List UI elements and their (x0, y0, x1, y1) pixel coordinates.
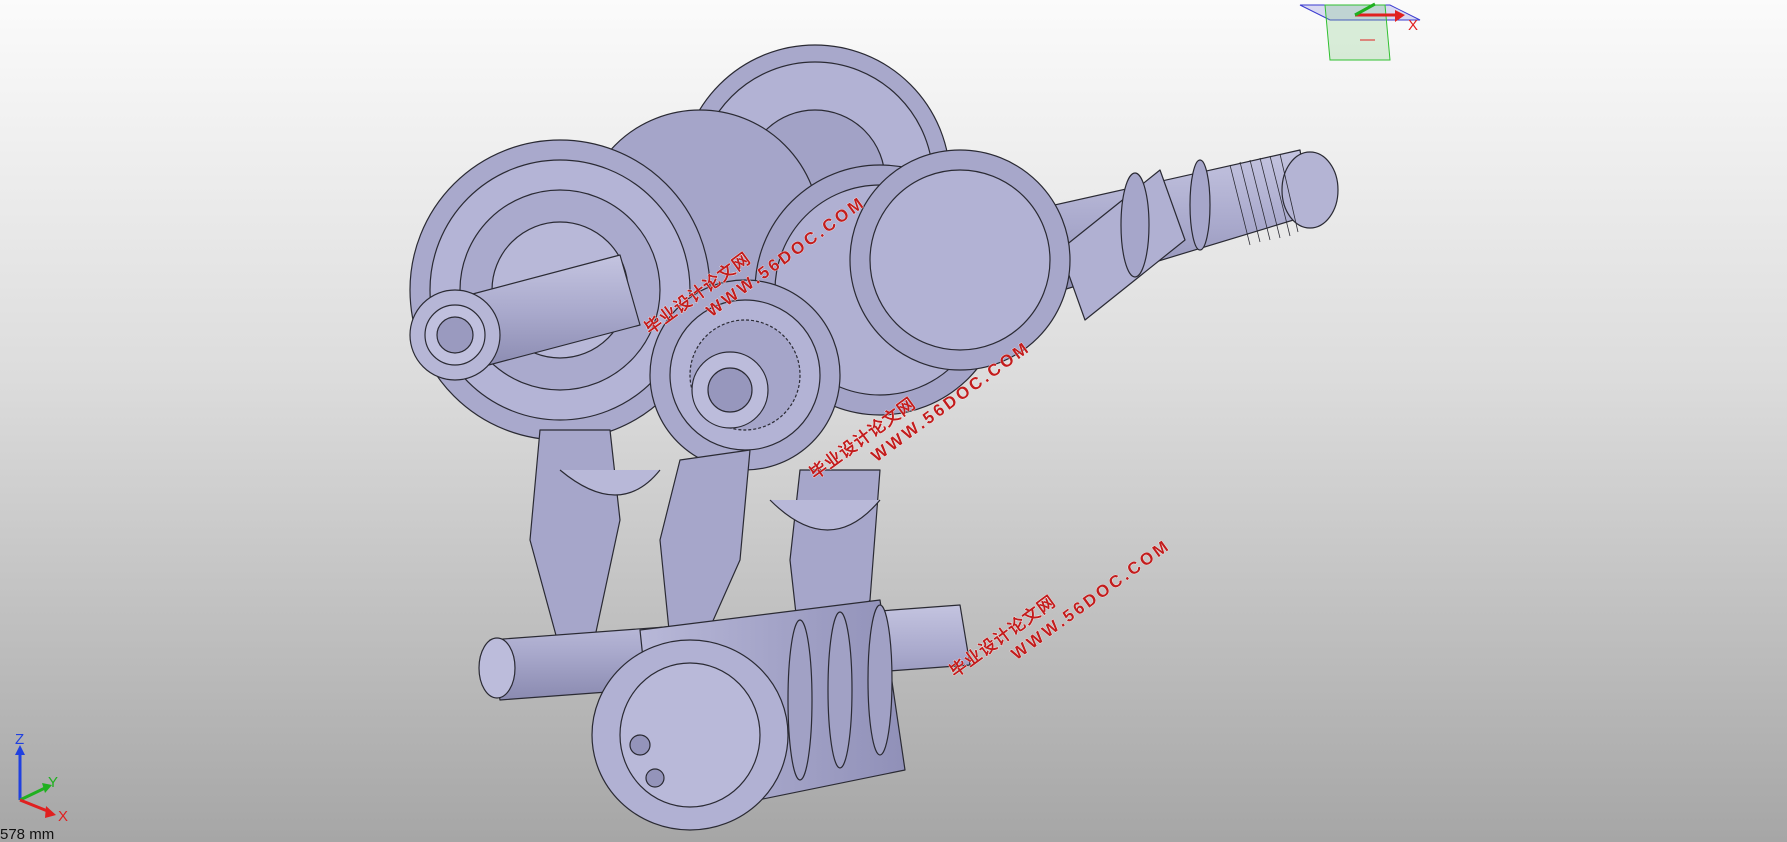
triad-z-label: Z (15, 731, 24, 748)
triad-x-label: X (58, 808, 68, 825)
y-axis-line (19, 786, 46, 802)
gearbox-assembly-model[interactable]: 毕业设计论文网 WWW.56DOC.COM 毕业设计论文网 WWW.56DOC.… (0, 0, 1787, 842)
reference-triad[interactable]: X (1299, 2, 1421, 61)
ref-triad-x-label: X (1408, 17, 1418, 34)
3d-viewport[interactable]: 毕业设计论文网 WWW.56DOC.COM 毕业设计论文网 WWW.56DOC.… (0, 0, 1787, 842)
watermark-3: 毕业设计论文网 WWW.56DOC.COM (945, 535, 1174, 681)
scale-label: 578 mm (0, 826, 55, 842)
watermark-url-3: WWW.56DOC.COM (1008, 536, 1174, 664)
view-triad[interactable]: Z Y X (15, 731, 68, 825)
x-axis-line (19, 798, 51, 814)
triad-y-label: Y (48, 774, 58, 791)
